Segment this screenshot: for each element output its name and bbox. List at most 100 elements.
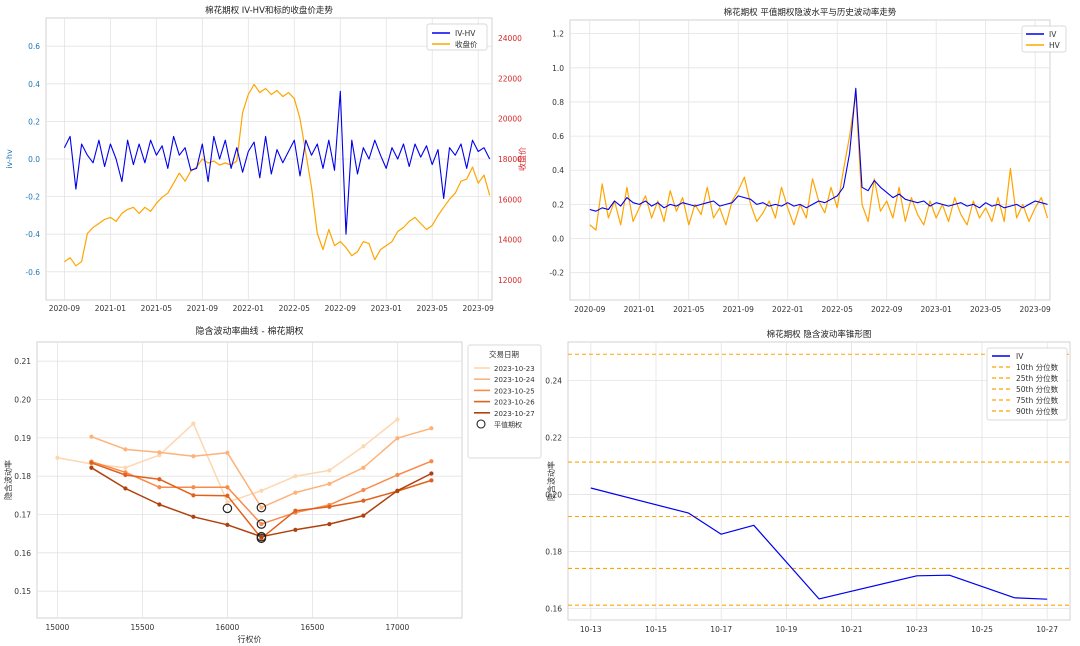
x-tick-label: 10-15 <box>645 625 667 634</box>
smile-point <box>191 493 196 498</box>
x-tick-label: 16000 <box>215 623 239 632</box>
chart-iv-hv-close: 2020-09 2021-01 2021-05 2021-09 2022-01 2022-… <box>5 5 527 313</box>
chart-iv-hv-levels: 2020-09 2021-01 2021-05 2021-09 2022-01 2022-… <box>549 7 1067 314</box>
x-tick-label: 17000 <box>385 623 409 632</box>
legend-label: 平值期权 <box>494 420 522 429</box>
legend-label: IV-HV <box>455 29 476 38</box>
y-tick-label: 0.17 <box>14 511 31 520</box>
y2-tick-label: 16000 <box>498 195 522 204</box>
smile-point <box>157 450 162 455</box>
x-tick-label: 2020-09 <box>49 304 81 313</box>
x-tick-label: 2021-01 <box>624 305 656 314</box>
x-tick-label: 15000 <box>45 623 69 632</box>
smile-point <box>361 498 366 503</box>
chart-title: 棉花期权 隐含波动率锥形图 <box>767 329 872 340</box>
smile-point <box>55 455 60 460</box>
y-tick-label: -0.2 <box>549 269 564 278</box>
smile-point <box>259 534 264 539</box>
smile-point <box>293 474 298 479</box>
smile-point <box>293 527 298 532</box>
y-tick-label: 0.19 <box>14 434 31 443</box>
legend-label: 2023-10-24 <box>494 376 535 384</box>
y-tick-label: 0.24 <box>545 376 562 385</box>
x-tick-label: 2022-09 <box>871 305 903 314</box>
legend-label: 90th 分位数 <box>1016 406 1059 416</box>
x-tick-label: 2023-05 <box>417 304 449 313</box>
smile-point <box>225 485 230 490</box>
smile-point <box>327 468 332 473</box>
series-hv-line <box>589 92 1049 231</box>
x-tick-label: 2023-01 <box>371 304 403 313</box>
y-tick-label: 0.4 <box>28 80 40 89</box>
smile-point <box>429 478 434 483</box>
legend-label: 25th 分位数 <box>1016 373 1059 383</box>
smile-point <box>395 417 400 422</box>
x-tick-label: 2023-01 <box>921 305 953 314</box>
chart-iv-cone: 10-13 10-15 10-17 10-19 10-21 10-23 10-25 10-27… <box>545 329 1071 634</box>
y-tick-label: -0.4 <box>25 230 40 239</box>
y-tick-label: 0.22 <box>545 434 562 443</box>
y2-axis-label: 收盘价 <box>517 147 527 171</box>
y-tick-label: 0.21 <box>14 357 31 366</box>
y-tick-label: 0.18 <box>545 548 562 557</box>
y-tick-label: 1.2 <box>552 30 564 39</box>
y-axis-label: iv-hv <box>5 149 14 169</box>
x-tick-label: 15500 <box>130 623 154 632</box>
smile-point <box>395 472 400 478</box>
x-tick-label: 2022-05 <box>822 305 854 314</box>
legend-label: 收盘价 <box>455 39 478 49</box>
x-tick-label: 10-27 <box>1036 625 1058 634</box>
smile-point <box>225 522 230 527</box>
legend-label: 75th 分位数 <box>1016 395 1059 405</box>
y2-tick-label: 14000 <box>498 236 522 245</box>
y-tick-label: 0.18 <box>14 472 31 481</box>
smile-point <box>191 454 196 459</box>
series-iv-line <box>589 87 1048 212</box>
series-iv-hv-line <box>63 90 491 235</box>
y-tick-label: 0.4 <box>552 166 564 175</box>
x-tick-label: 10-23 <box>906 625 928 634</box>
legend: IV10th 分位数25th 分位数50th 分位数75th 分位数90th 分… <box>986 347 1068 421</box>
legend-label: 50th 分位数 <box>1016 384 1059 394</box>
x-tick-label: 2021-01 <box>95 304 127 313</box>
smile-point <box>429 426 434 431</box>
y2-tick-label: 20000 <box>498 115 522 124</box>
x-tick-label: 2021-09 <box>723 305 755 314</box>
y-tick-label: 1.0 <box>552 64 564 73</box>
series-close-line <box>64 83 491 267</box>
y-axis-label: 隐含波动率 <box>546 461 556 501</box>
plot-frame <box>36 341 463 619</box>
y-tick-label: 0.15 <box>14 587 31 596</box>
y-tick-label: 0.20 <box>14 396 31 405</box>
y-tick-label: 0.8 <box>552 98 564 107</box>
smile-point <box>123 486 128 491</box>
smile-point <box>293 490 298 495</box>
legend-label: 2023-10-26 <box>494 399 535 407</box>
smile-point <box>395 436 400 441</box>
legend-label: 10th 分位数 <box>1016 362 1059 372</box>
y-tick-label: 0.0 <box>28 155 40 164</box>
smile-point <box>191 514 196 519</box>
x-tick-label: 2023-09 <box>463 304 495 313</box>
legend: IV-HV收盘价 <box>426 23 488 51</box>
chart-iv-smile: 15000 15500 16000 16500 17000 0.15 0.16 0.17 0.1… <box>3 325 542 644</box>
smile-point <box>89 460 94 465</box>
smile-point <box>157 502 162 507</box>
legend-label: 2023-10-25 <box>494 387 535 395</box>
smile-point <box>361 465 366 470</box>
y-tick-label: 0.16 <box>14 549 31 558</box>
smile-point <box>429 459 434 464</box>
legend-label: HV <box>1049 41 1061 50</box>
smile-point <box>293 508 298 513</box>
y2-tick-label: 12000 <box>498 276 522 285</box>
legend-label: 2023-10-23 <box>494 365 535 373</box>
legend-label: 2023-10-27 <box>494 410 535 418</box>
y-tick-label: 0.6 <box>28 42 40 51</box>
chart-title: 隐含波动率曲线 - 棉花期权 <box>196 325 304 337</box>
x-tick-label: 2021-05 <box>141 304 173 313</box>
x-tick-label: 16500 <box>300 623 324 632</box>
smile-point <box>123 472 128 478</box>
smile-point <box>123 447 128 452</box>
x-tick-label: 10-19 <box>776 625 798 634</box>
smile-point <box>157 485 162 490</box>
